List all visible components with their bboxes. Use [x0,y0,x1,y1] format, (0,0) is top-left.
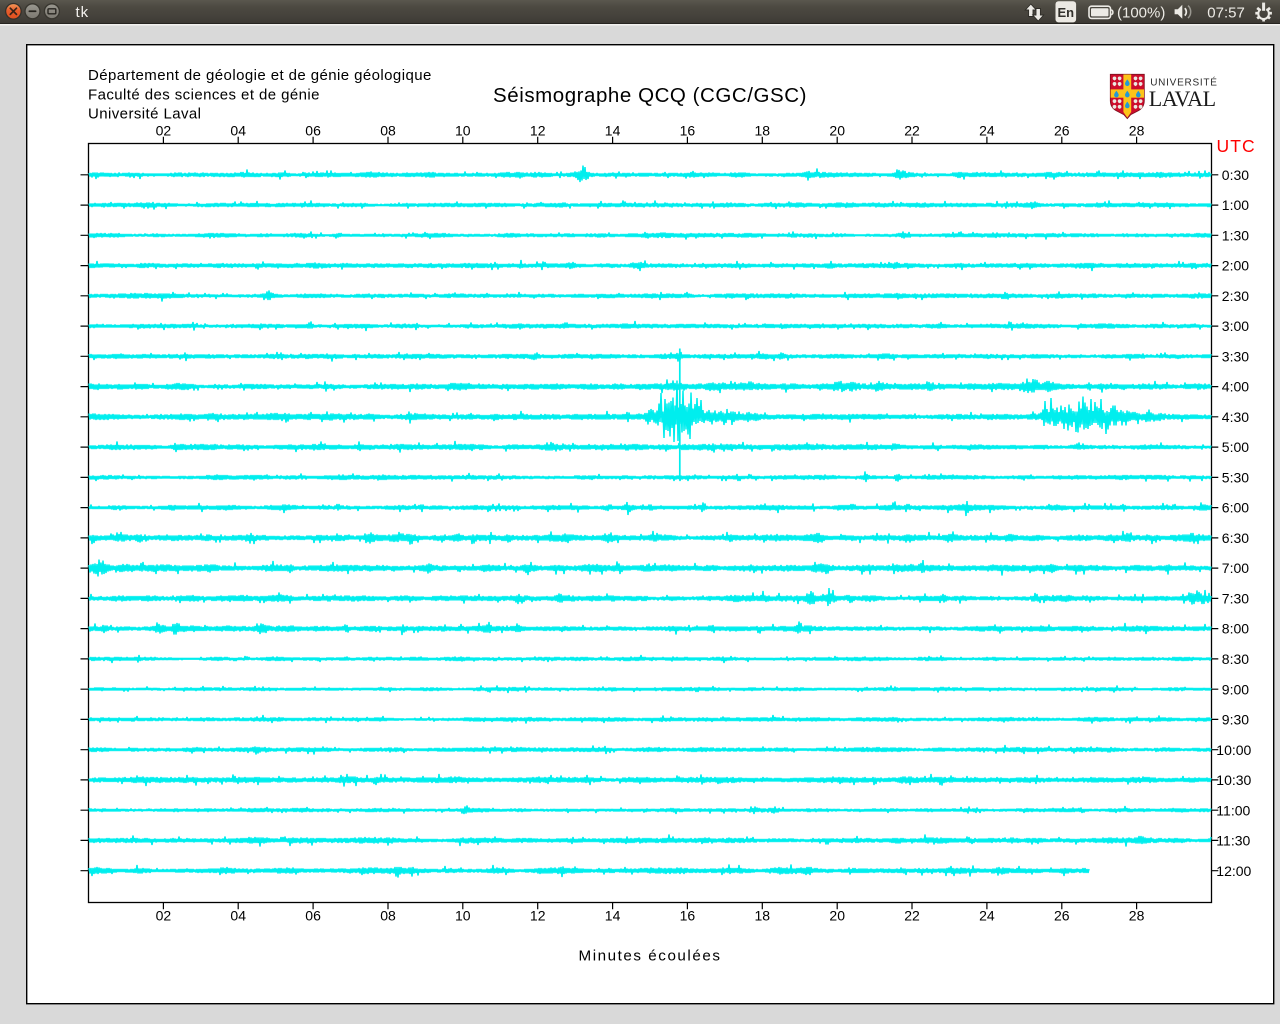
svg-text:3:30: 3:30 [1222,348,1249,364]
svg-text:8:00: 8:00 [1222,621,1249,637]
svg-text:Université Laval: Université Laval [88,105,201,122]
svg-text:28: 28 [1129,122,1145,138]
svg-text:2:30: 2:30 [1222,288,1249,304]
svg-text:11:30: 11:30 [1216,833,1250,849]
svg-text:10: 10 [455,122,471,138]
svg-text:3:00: 3:00 [1222,318,1249,334]
svg-text:1:30: 1:30 [1222,227,1249,243]
svg-text:24: 24 [979,907,995,923]
svg-text:0:30: 0:30 [1222,167,1249,183]
svg-text:26: 26 [1054,122,1070,138]
svg-text:08: 08 [380,122,396,138]
svg-text:24: 24 [979,122,995,138]
svg-text:12:00: 12:00 [1216,863,1251,879]
svg-text:Minutes écoulées: Minutes écoulées [579,948,722,965]
svg-text:8:30: 8:30 [1222,651,1249,667]
svg-text:10:00: 10:00 [1216,742,1251,758]
svg-text:4:00: 4:00 [1222,379,1249,395]
svg-text:22: 22 [904,122,920,138]
svg-text:9:30: 9:30 [1222,712,1249,728]
svg-text:(100%): (100%) [1117,4,1165,21]
svg-text:UTC: UTC [1217,136,1256,156]
svg-text:5:30: 5:30 [1222,470,1249,486]
svg-text:1:00: 1:00 [1222,197,1249,213]
svg-text:07:57: 07:57 [1207,4,1245,21]
svg-text:22: 22 [904,907,920,923]
svg-text:20: 20 [829,122,845,138]
svg-text:tk: tk [76,4,89,21]
svg-text:LAVAL: LAVAL [1149,86,1216,111]
svg-text:08: 08 [380,907,396,923]
svg-text:06: 06 [305,907,321,923]
svg-text:6:30: 6:30 [1222,530,1249,546]
svg-text:06: 06 [305,122,321,138]
svg-text:02: 02 [156,122,172,138]
svg-text:5:00: 5:00 [1222,439,1249,455]
svg-text:02: 02 [156,907,172,923]
svg-text:En: En [1057,5,1074,20]
svg-text:7:00: 7:00 [1222,560,1249,576]
svg-text:26: 26 [1054,907,1070,923]
svg-text:04: 04 [230,122,246,138]
svg-text:9:00: 9:00 [1222,681,1249,697]
svg-text:4:30: 4:30 [1222,409,1249,425]
svg-text:Séismographe QCQ (CGC/GSC): Séismographe QCQ (CGC/GSC) [493,84,807,107]
svg-text:12: 12 [530,122,546,138]
svg-text:Département de géologie et de: Département de géologie et de génie géol… [88,67,432,84]
svg-text:14: 14 [605,122,621,138]
svg-text:6:00: 6:00 [1222,500,1249,516]
svg-text:10:30: 10:30 [1216,772,1251,788]
svg-text:7:30: 7:30 [1222,591,1249,607]
svg-text:11:00: 11:00 [1216,802,1250,818]
svg-text:10: 10 [455,907,471,923]
svg-text:2:00: 2:00 [1222,258,1249,274]
svg-text:28: 28 [1129,907,1145,923]
svg-text:Faculté des sciences et de gén: Faculté des sciences et de génie [88,86,320,103]
svg-text:20: 20 [829,907,845,923]
svg-text:18: 18 [755,907,771,923]
svg-text:16: 16 [680,122,696,138]
svg-text:16: 16 [680,907,696,923]
svg-text:12: 12 [530,907,546,923]
svg-text:18: 18 [755,122,771,138]
svg-text:14: 14 [605,907,621,923]
svg-text:04: 04 [230,907,246,923]
